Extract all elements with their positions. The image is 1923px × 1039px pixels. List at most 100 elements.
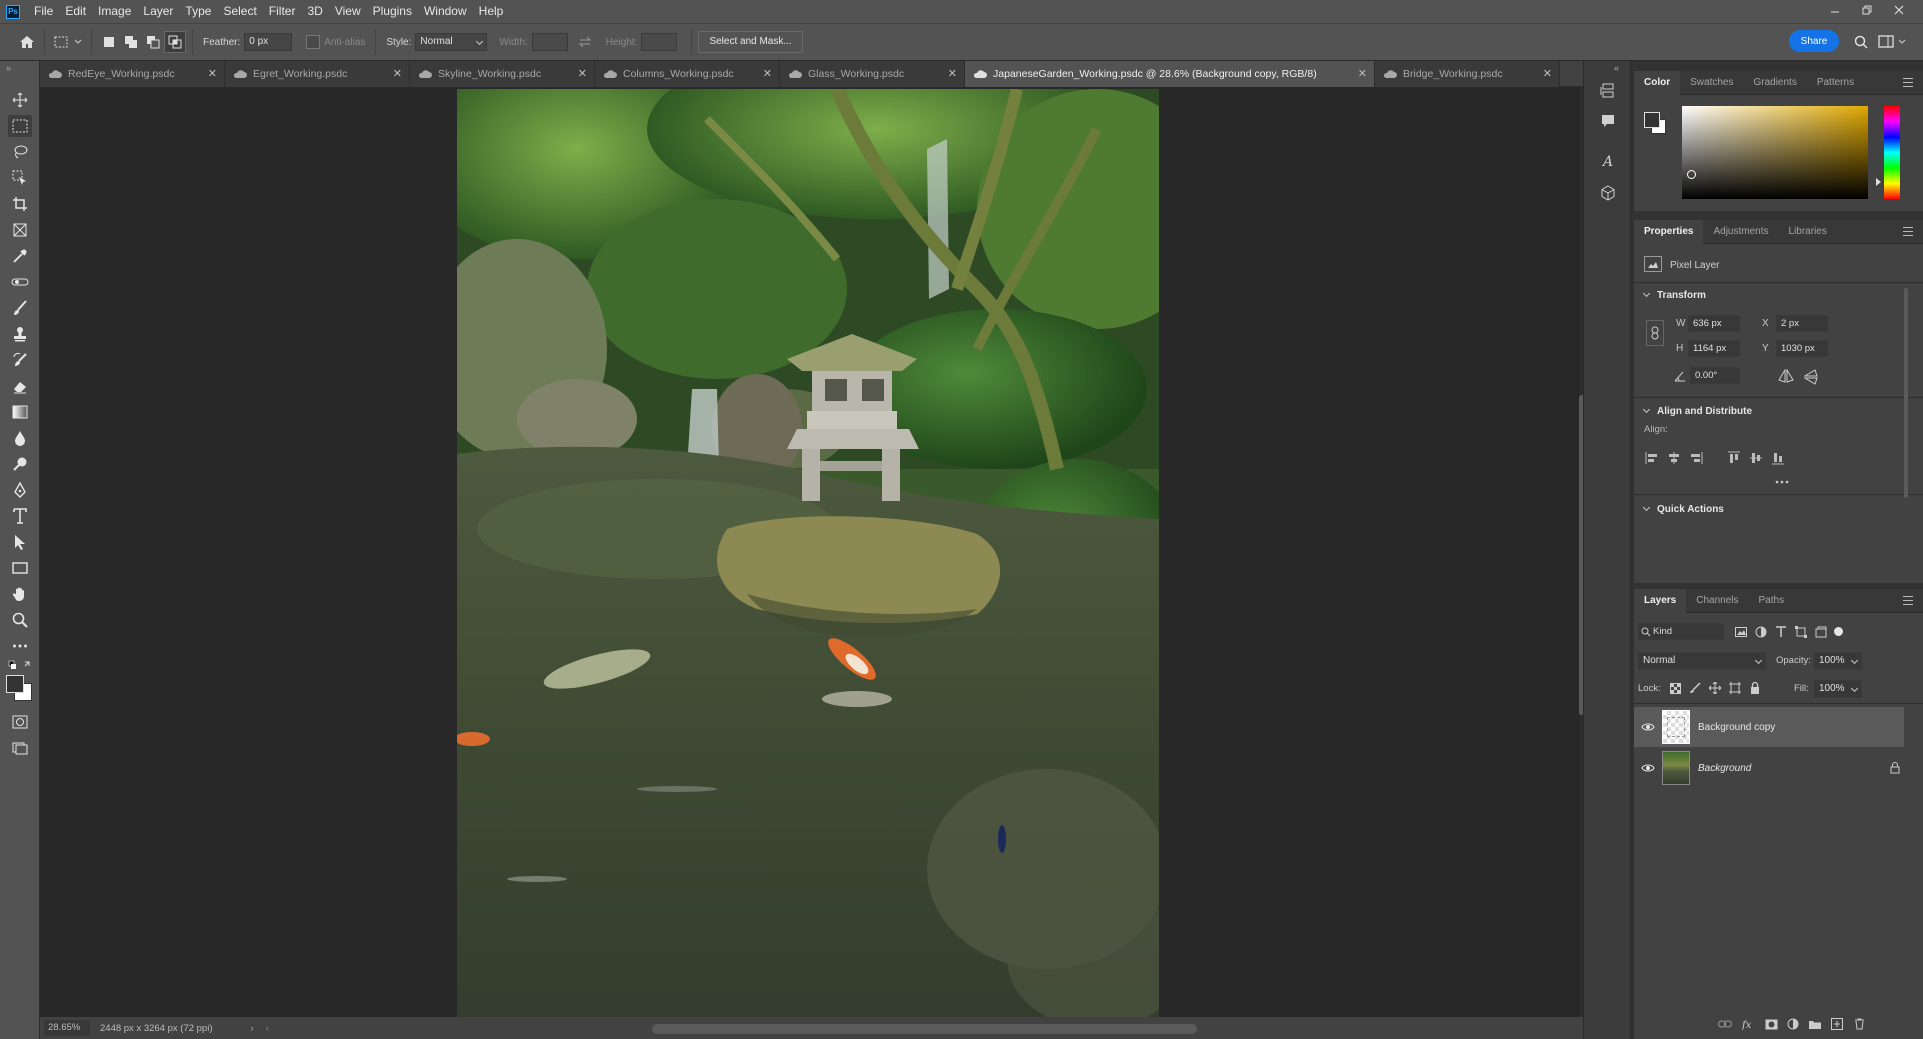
- antialias-checkbox[interactable]: [306, 35, 321, 49]
- new-layer-icon[interactable]: [1830, 1017, 1844, 1031]
- hue-slider-arrow[interactable]: [1876, 178, 1881, 186]
- align-top-edges-icon[interactable]: [1726, 450, 1742, 466]
- crop-tool-icon[interactable]: [8, 193, 32, 215]
- visibility-eye-icon[interactable]: [1634, 722, 1662, 732]
- filter-pixel-layers-icon[interactable]: [1734, 625, 1748, 639]
- y-field[interactable]: 1030 px: [1776, 340, 1828, 357]
- width-input[interactable]: [531, 33, 568, 51]
- document-tab-active[interactable]: JapaneseGarden_Working.psdc @ 28.6% (Bac…: [965, 61, 1375, 87]
- width-field[interactable]: 636 px: [1688, 315, 1740, 332]
- filter-adjustment-layers-icon[interactable]: [1754, 625, 1768, 639]
- tab-adjustments[interactable]: Adjustments: [1703, 220, 1778, 244]
- new-selection-icon[interactable]: [98, 31, 120, 53]
- height-input[interactable]: [641, 33, 678, 51]
- status-menu-arrow-icon[interactable]: ›: [251, 1023, 254, 1034]
- flip-vertical-icon[interactable]: [1804, 369, 1818, 385]
- foreground-color-swatch[interactable]: [6, 675, 24, 693]
- link-layers-icon[interactable]: [1718, 1017, 1732, 1031]
- close-tab-icon[interactable]: ✕: [578, 67, 587, 80]
- close-tab-icon[interactable]: ✕: [1358, 67, 1367, 80]
- lock-all-icon[interactable]: [1748, 681, 1762, 695]
- brush-tool-icon[interactable]: [8, 297, 32, 319]
- layer-name[interactable]: Background: [1698, 763, 1751, 774]
- transform-section-title[interactable]: Transform: [1642, 290, 1706, 301]
- canvas-area[interactable]: [40, 87, 1583, 1024]
- add-to-selection-icon[interactable]: [120, 31, 142, 53]
- menu-layer[interactable]: Layer: [137, 0, 179, 23]
- layer-style-fx-icon[interactable]: fx: [1742, 1017, 1756, 1031]
- horizontal-scrollbar-thumb[interactable]: [652, 1024, 1197, 1034]
- rectangular-marquee-tool-icon[interactable]: [8, 115, 32, 137]
- style-select[interactable]: Normal: [415, 33, 488, 51]
- align-vertical-centers-icon[interactable]: [1748, 450, 1764, 466]
- tab-layers[interactable]: Layers: [1634, 588, 1687, 613]
- history-brush-tool-icon[interactable]: [8, 349, 32, 371]
- panel-menu-icon[interactable]: [1903, 596, 1913, 605]
- filter-type-layers-icon[interactable]: [1774, 625, 1788, 639]
- document-tab[interactable]: Egret_Working.psdc ✕: [225, 61, 410, 87]
- lock-image-pixels-icon[interactable]: [1688, 681, 1702, 695]
- comments-panel-icon[interactable]: [1596, 109, 1620, 133]
- panel-menu-icon[interactable]: [1903, 227, 1913, 236]
- height-field[interactable]: 1164 px: [1688, 340, 1740, 357]
- menu-window[interactable]: Window: [418, 0, 473, 23]
- frame-tool-icon[interactable]: [8, 219, 32, 241]
- document-tab[interactable]: Skyline_Working.psdc ✕: [410, 61, 595, 87]
- filter-shape-layers-icon[interactable]: [1794, 625, 1808, 639]
- blend-mode-select[interactable]: Normal: [1638, 652, 1766, 670]
- dodge-tool-icon[interactable]: [8, 453, 32, 475]
- fill-field[interactable]: 100%: [1814, 680, 1862, 698]
- document-image[interactable]: [457, 89, 1159, 1024]
- close-tab-icon[interactable]: ✕: [1543, 67, 1552, 80]
- path-selection-tool-icon[interactable]: [8, 531, 32, 553]
- rectangle-tool-icon[interactable]: [8, 557, 32, 579]
- color-picker-field[interactable]: [1682, 106, 1868, 199]
- document-tab[interactable]: Glass_Working.psdc ✕: [780, 61, 965, 87]
- tab-paths[interactable]: Paths: [1749, 589, 1795, 613]
- tab-properties[interactable]: Properties: [1634, 219, 1704, 244]
- properties-scrollbar-thumb[interactable]: [1904, 288, 1908, 498]
- scroll-left-icon[interactable]: ‹: [266, 1023, 269, 1034]
- lock-transparent-pixels-icon[interactable]: [1668, 681, 1682, 695]
- menu-help[interactable]: Help: [473, 0, 510, 23]
- filter-smart-objects-icon[interactable]: [1814, 625, 1828, 639]
- foreground-color-chip[interactable]: [1644, 112, 1660, 128]
- restore-icon[interactable]: [1851, 0, 1883, 20]
- menu-file[interactable]: File: [28, 0, 59, 23]
- minimize-icon[interactable]: [1819, 0, 1851, 20]
- tab-channels[interactable]: Channels: [1686, 589, 1748, 613]
- hand-tool-icon[interactable]: [8, 583, 32, 605]
- document-tab[interactable]: RedEye_Working.psdc ✕: [40, 61, 225, 87]
- menu-edit[interactable]: Edit: [59, 0, 92, 23]
- layer-filter-select[interactable]: Kind: [1638, 623, 1724, 640]
- workspace-switcher-icon[interactable]: [1876, 31, 1910, 53]
- new-group-icon[interactable]: [1808, 1017, 1822, 1031]
- layer-name[interactable]: Background copy: [1698, 722, 1775, 733]
- eraser-tool-icon[interactable]: [8, 375, 32, 397]
- spot-healing-brush-tool-icon[interactable]: [8, 271, 32, 293]
- collapse-panels-icon[interactable]: «: [1614, 63, 1619, 73]
- link-dimensions-icon[interactable]: [1646, 320, 1664, 346]
- 3d-panel-icon[interactable]: [1596, 181, 1620, 205]
- lasso-tool-icon[interactable]: [8, 141, 32, 163]
- tab-color[interactable]: Color: [1634, 70, 1681, 95]
- intersect-selection-icon[interactable]: [164, 31, 186, 53]
- quick-mask-icon[interactable]: [8, 711, 32, 733]
- blur-tool-icon[interactable]: [8, 427, 32, 449]
- opacity-field[interactable]: 100%: [1814, 652, 1862, 670]
- filter-toggle-switch[interactable]: [1834, 627, 1843, 636]
- lock-position-icon[interactable]: [1708, 681, 1722, 695]
- select-and-mask-button[interactable]: Select and Mask...: [698, 31, 803, 53]
- zoom-tool-icon[interactable]: [8, 609, 32, 631]
- align-left-edges-icon[interactable]: [1644, 450, 1660, 466]
- object-selection-tool-icon[interactable]: [8, 167, 32, 189]
- add-layer-mask-icon[interactable]: [1764, 1017, 1778, 1031]
- document-tab[interactable]: Bridge_Working.psdc ✕: [1375, 61, 1560, 87]
- glyphs-panel-icon[interactable]: A: [1596, 149, 1620, 173]
- tool-preset-picker-icon[interactable]: [51, 31, 85, 53]
- visibility-eye-icon[interactable]: [1634, 763, 1662, 773]
- menu-view[interactable]: View: [329, 0, 367, 23]
- menu-type[interactable]: Type: [179, 0, 217, 23]
- swap-dimensions-icon[interactable]: [574, 31, 596, 53]
- move-tool-icon[interactable]: [8, 89, 32, 111]
